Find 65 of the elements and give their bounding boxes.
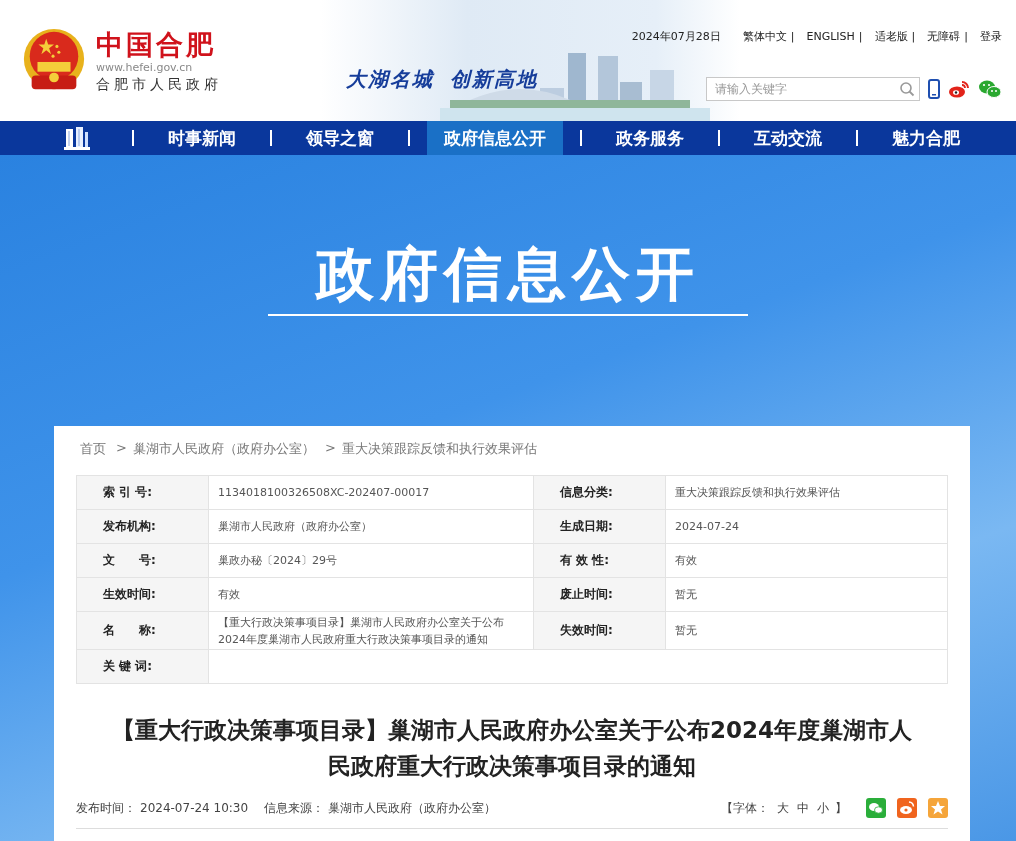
bracket-text: 】 bbox=[835, 799, 847, 817]
info-value-cell: 巢湖市人民政府（政府办公室） bbox=[208, 509, 534, 544]
header-link[interactable]: 登录 bbox=[980, 29, 1002, 44]
link-separator: | bbox=[858, 30, 863, 43]
breadcrumb-link[interactable]: 巢湖市人民政府（政府办公室） bbox=[132, 440, 315, 458]
meta-value: 2024-07-24 10:30 bbox=[140, 801, 249, 815]
font-size-link[interactable]: 小 bbox=[817, 799, 829, 817]
site-url: www.hefei.gov.cn bbox=[96, 60, 194, 75]
info-value-cell: 1134018100326508XC-202407-00017 bbox=[208, 475, 534, 510]
banner-title: 政府信息公开 bbox=[268, 238, 748, 316]
link-separator: | bbox=[911, 30, 916, 43]
site-title: 中国合肥 bbox=[96, 28, 217, 61]
breadcrumb-separator: > bbox=[324, 440, 336, 457]
nav-tab[interactable]: 政府信息公开 bbox=[427, 121, 563, 155]
breadcrumb-link[interactable]: 首页 bbox=[80, 440, 106, 458]
info-label-cell: 生成日期: bbox=[533, 509, 666, 544]
wechat-share-icon[interactable] bbox=[866, 798, 886, 818]
info-label-cell: 生效时间: bbox=[76, 577, 209, 612]
header-link[interactable]: 无障碍 bbox=[927, 29, 961, 44]
info-value-cell: 暂无 bbox=[665, 577, 948, 612]
header-link[interactable]: 适老版 bbox=[874, 29, 908, 44]
info-label-cell: 发布机构: bbox=[76, 509, 209, 544]
slogan-text: 创新高地 bbox=[450, 66, 538, 93]
slogan-text: 大湖名城 bbox=[346, 66, 434, 93]
link-separator: | bbox=[964, 30, 968, 43]
star-icon[interactable] bbox=[928, 798, 948, 818]
meta-label: 发布时间： bbox=[76, 799, 136, 817]
meta-label: 信息来源： bbox=[264, 799, 325, 817]
header-link[interactable]: 繁体中文 bbox=[742, 29, 787, 44]
info-value-cell: 有效 bbox=[208, 577, 534, 612]
nav-tab[interactable]: 时事新闻 bbox=[151, 121, 253, 155]
nav-tab[interactable]: 魅力合肥 bbox=[875, 121, 977, 155]
wechat-icon[interactable] bbox=[978, 79, 1002, 99]
info-value-cell: 暂无 bbox=[665, 611, 948, 650]
info-label-cell: 索 引 号: bbox=[76, 475, 209, 510]
mobile-phone-icon[interactable] bbox=[928, 79, 940, 99]
info-label-cell: 关 键 词: bbox=[76, 649, 209, 684]
site-subtitle: 合肥市人民政府 bbox=[96, 74, 222, 93]
info-value-cell: 【重大行政决策事项目录】巢湖市人民政府办公室关于公布2024年度巢湖市人民政府重大行政决策事项目录的通知 bbox=[208, 611, 534, 650]
meta-value: 巢湖市人民政府（政府办公室） bbox=[328, 799, 497, 817]
breadcrumb-separator: > bbox=[116, 440, 127, 457]
breadcrumb-link[interactable]: 重大决策跟踪反馈和执行效果评估 bbox=[341, 440, 537, 458]
info-label-cell: 失效时间: bbox=[533, 611, 666, 650]
building-icon bbox=[64, 126, 90, 150]
font-size-label: 【字体： bbox=[721, 799, 769, 817]
weibo-share-icon[interactable] bbox=[897, 798, 917, 818]
info-label-cell: 名 称: bbox=[76, 611, 209, 650]
info-value-cell: 有效 bbox=[665, 543, 948, 578]
info-label-cell: 文 号: bbox=[76, 543, 209, 578]
nav-tab[interactable]: 领导之窗 bbox=[289, 121, 391, 155]
info-label-cell: 信息分类: bbox=[533, 475, 666, 510]
info-value-cell: 重大决策跟踪反馈和执行效果评估 bbox=[665, 475, 948, 510]
article-title: 【重大行政决策事项目录】巢湖市人民政府办公室关于公布2024年度巢湖市人民政府重大行政决策事项目录的通知 bbox=[112, 716, 912, 781]
header-link[interactable]: ENGLISH bbox=[806, 30, 855, 43]
info-value-cell: 2024-07-24 bbox=[665, 509, 948, 544]
nav-tab[interactable]: 政务服务 bbox=[599, 121, 701, 155]
info-label-cell: 有 效 性: bbox=[533, 543, 666, 578]
weibo-icon[interactable] bbox=[948, 80, 970, 98]
nav-tab[interactable]: 互动交流 bbox=[737, 121, 839, 155]
info-label-cell: 废止时间: bbox=[533, 577, 666, 612]
font-size-link[interactable]: 中 bbox=[797, 799, 809, 817]
current-date: 2024年07月28日 bbox=[631, 29, 721, 44]
font-size-link[interactable]: 大 bbox=[777, 799, 789, 817]
link-separator: | bbox=[790, 30, 795, 43]
info-value-cell: 巢政办秘〔2024〕29号 bbox=[208, 543, 534, 578]
